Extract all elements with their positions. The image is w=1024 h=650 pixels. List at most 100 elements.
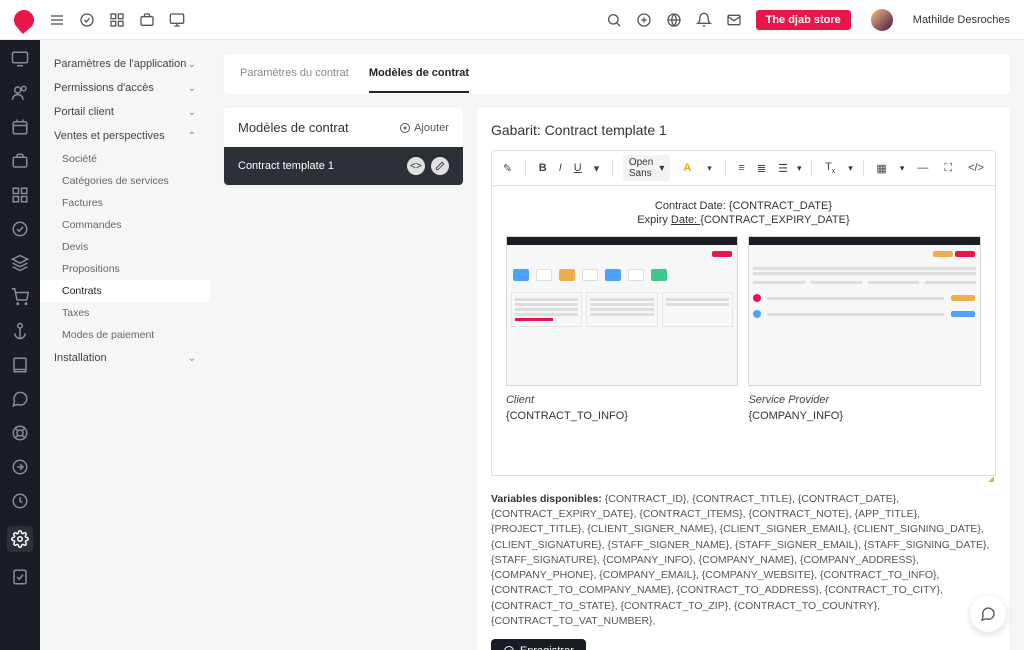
sidebar-item-proposals[interactable]: Propositions	[40, 258, 210, 280]
add-template-button[interactable]: Ajouter	[399, 122, 449, 134]
chat-fab[interactable]	[970, 596, 1006, 632]
rail-logout-icon[interactable]	[11, 458, 29, 476]
globe-icon[interactable]	[666, 12, 682, 28]
sidebar-section-sales[interactable]: Ventes et perspectives⌃	[40, 124, 210, 148]
mail-icon[interactable]	[726, 12, 742, 28]
toolbar-font-select[interactable]: Open Sans▾	[623, 155, 671, 181]
check-icon	[503, 645, 515, 650]
rail-checklist-icon[interactable]	[11, 568, 29, 586]
template-item-label: Contract template 1	[238, 160, 334, 172]
tab-contract-templates[interactable]: Modèles de contrat	[369, 55, 469, 93]
store-button[interactable]: The djab store	[756, 10, 851, 30]
editor-content[interactable]: Contract Date: {CONTRACT_DATE} Expiry Da…	[491, 186, 996, 476]
toolbar-hr-button[interactable]: —	[914, 160, 931, 176]
chevron-down-icon[interactable]: ▾	[704, 161, 715, 176]
template-item-active[interactable]: Contract template 1 <>	[224, 147, 463, 185]
toolbar-list-ol-button[interactable]: ≣	[754, 160, 769, 177]
plus-circle-icon[interactable]	[636, 12, 652, 28]
editor-toolbar: ✎ B I U ▾ Open Sans▾ A▾ ≡ ≣ ☰▾	[491, 150, 996, 186]
app-logo[interactable]	[10, 5, 38, 33]
rail-chat-icon[interactable]	[11, 390, 29, 408]
search-icon[interactable]	[606, 12, 622, 28]
chevron-up-icon: ⌃	[188, 131, 196, 142]
toolbar-list-ul-button[interactable]: ≡	[735, 160, 747, 176]
rail-grid-icon[interactable]	[11, 186, 29, 204]
sidebar-item-taxes[interactable]: Taxes	[40, 302, 210, 324]
rail-briefcase-icon[interactable]	[11, 152, 29, 170]
template-code-button[interactable]: <>	[407, 157, 425, 175]
thumbnail-image	[506, 236, 739, 386]
save-button[interactable]: Enregistrer	[491, 639, 586, 650]
toolbar-bold-button[interactable]: B	[536, 160, 550, 176]
chevron-down-icon: ⌄	[188, 107, 196, 118]
preview-thumbnails	[506, 236, 981, 386]
monitor-icon[interactable]	[169, 12, 185, 28]
grid-icon[interactable]	[109, 12, 125, 28]
sidebar-section-client-portal[interactable]: Portail client⌄	[40, 100, 210, 124]
top-header: The djab store Mathilde Desroches	[0, 0, 1024, 40]
rail-clock-icon[interactable]	[11, 492, 29, 510]
settings-sidebar: Paramètres de l'application⌄ Permissions…	[40, 40, 210, 650]
toolbar-underline-button[interactable]: U	[571, 160, 585, 176]
expiry-date-var: {CONTRACT_EXPIRY_DATE}	[700, 214, 849, 226]
expiry-prefix: Expiry	[637, 214, 671, 226]
toolbar-table-button[interactable]: ▦	[873, 160, 889, 177]
contract-date-var: {CONTRACT_DATE}	[729, 200, 832, 212]
contract-date-label: Contract Date:	[655, 200, 729, 212]
editor-resize-handle[interactable]	[491, 476, 996, 482]
menu-icon[interactable]	[49, 12, 65, 28]
toolbar-textstyle-button[interactable]: Tx	[822, 159, 838, 177]
party-client-label: Client	[506, 394, 739, 406]
toolbar-italic-button[interactable]: I	[556, 160, 565, 176]
save-button-label: Enregistrer	[520, 645, 574, 650]
rail-lifebuoy-icon[interactable]	[11, 424, 29, 442]
rail-check-icon[interactable]	[11, 220, 29, 238]
toolbar-codeview-button[interactable]: </>	[965, 160, 987, 176]
rail-book-icon[interactable]	[11, 356, 29, 374]
editor-card: Gabarit: Contract template 1 ✎ B I U ▾ O…	[477, 108, 1010, 650]
toolbar-fullscreen-icon[interactable]: ⛶	[941, 160, 955, 177]
sidebar-section-installation[interactable]: Installation⌄	[40, 346, 210, 370]
toolbar-fontcolor-button[interactable]: A	[680, 160, 694, 176]
toolbar-wand-icon[interactable]: ✎	[500, 160, 515, 177]
sidebar-item-contracts[interactable]: Contrats	[40, 280, 210, 302]
sidebar-item-invoices[interactable]: Factures	[40, 192, 210, 214]
sidebar-item-payment-methods[interactable]: Modes de paiement	[40, 324, 210, 346]
sidebar-item-company[interactable]: Société	[40, 148, 210, 170]
rail-monitor-icon[interactable]	[11, 50, 29, 68]
rail-cart-icon[interactable]	[11, 288, 29, 306]
rail-calendar-icon[interactable]	[11, 118, 29, 136]
variables-label: Variables disponibles:	[491, 493, 602, 505]
toolbar-strike-button[interactable]: ▾	[591, 160, 603, 177]
sidebar-section-app[interactable]: Paramètres de l'application⌄	[40, 52, 210, 76]
sidebar-item-orders[interactable]: Commandes	[40, 214, 210, 236]
editor-title: Gabarit: Contract template 1	[491, 122, 996, 138]
briefcase-icon[interactable]	[139, 12, 155, 28]
templates-card: Modèles de contrat Ajouter Contract temp…	[224, 108, 463, 185]
tab-contract-settings[interactable]: Paramètres du contrat	[240, 55, 349, 93]
sidebar-section-permissions[interactable]: Permissions d'accès⌄	[40, 76, 210, 100]
party-client-value: {CONTRACT_TO_INFO}	[506, 410, 739, 422]
party-provider-value: {COMPANY_INFO}	[748, 410, 981, 422]
plus-circle-icon	[399, 122, 411, 134]
username-label[interactable]: Mathilde Desroches	[913, 14, 1010, 26]
toolbar-align-button[interactable]: ☰	[775, 160, 791, 177]
template-edit-button[interactable]	[431, 157, 449, 175]
sidebar-item-service-categories[interactable]: Catégories de services	[40, 170, 210, 192]
rail-users-icon[interactable]	[11, 84, 29, 102]
templates-heading: Modèles de contrat	[238, 120, 349, 135]
avatar[interactable]	[871, 9, 893, 31]
party-provider-label: Service Provider	[748, 394, 981, 406]
sidebar-item-estimates[interactable]: Devis	[40, 236, 210, 258]
expiry-date-label: Date:	[671, 214, 700, 226]
bell-icon[interactable]	[696, 12, 712, 28]
rail-settings-icon[interactable]	[7, 526, 33, 552]
tabs-card: Paramètres du contrat Modèles de contrat	[224, 54, 1010, 94]
main-area: Paramètres du contrat Modèles de contrat…	[210, 40, 1024, 650]
rail-anchor-icon[interactable]	[11, 322, 29, 340]
chevron-down-icon: ⌄	[188, 83, 196, 94]
chevron-down-icon: ⌄	[188, 59, 196, 70]
rail-layers-icon[interactable]	[11, 254, 29, 272]
variables-block: Variables disponibles: {CONTRACT_ID}, {C…	[491, 492, 996, 629]
check-circle-icon[interactable]	[79, 12, 95, 28]
